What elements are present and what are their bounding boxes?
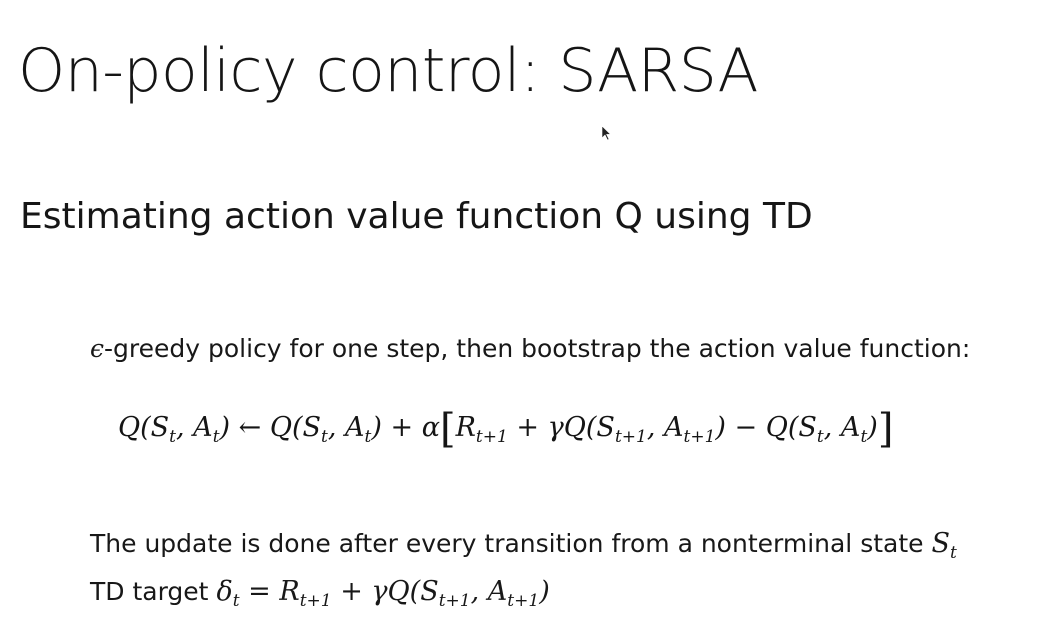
mouse-cursor-icon (602, 126, 612, 140)
update-note-text: The update is done after every transitio… (90, 529, 932, 558)
sarsa-update-equation: Q(St, At) ← Q(St, At) + α[Rt+1 + γQ(St+1… (118, 406, 894, 452)
slide-subtitle: Estimating action value function Q using… (20, 196, 813, 237)
td-target-line: TD target δt = Rt+1 + γQ(St+1, At+1) (90, 576, 550, 611)
slide-title: On-policy control: SARSA (18, 36, 759, 106)
epsilon-greedy-text: -greedy policy for one step, then bootst… (104, 334, 971, 363)
state-symbol: St (931, 528, 957, 563)
epsilon-symbol: ϵ (90, 334, 105, 363)
td-target-expression: δt = Rt+1 + γQ(St+1, At+1) (216, 576, 550, 611)
update-note: The update is done after every transitio… (90, 528, 957, 563)
td-target-label: TD target (90, 577, 217, 606)
epsilon-greedy-description: ϵ-greedy policy for one step, then boots… (90, 334, 970, 363)
